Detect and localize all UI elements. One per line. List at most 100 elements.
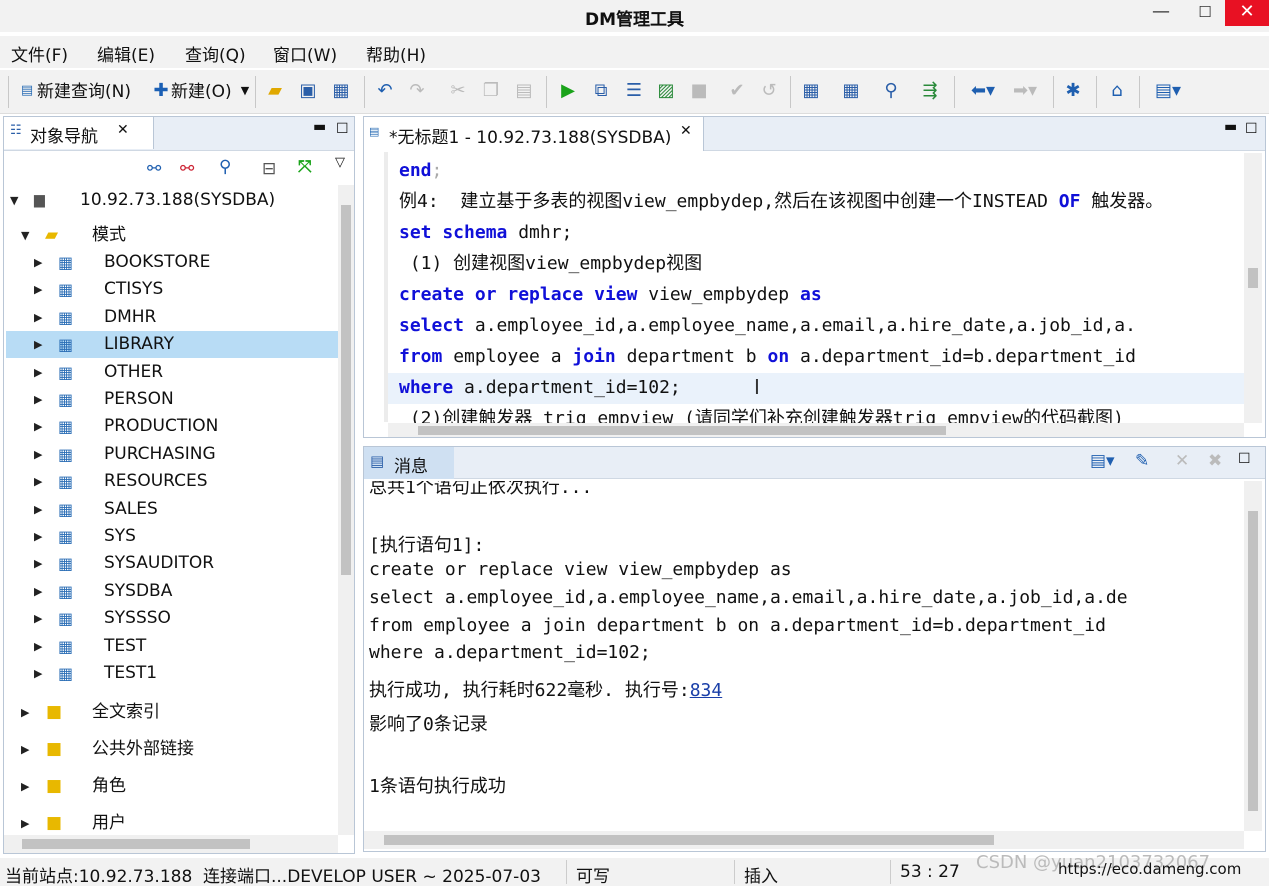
tree-node-folder[interactable]: ▶ ■ 全文索引 [6,699,338,726]
nav-horizontal-scrollbar[interactable] [4,835,338,853]
back-icon[interactable]: ⬅▾ [965,80,1001,102]
remove-all-icon[interactable]: ✖ [1208,451,1222,471]
collapsed-arrow-icon[interactable]: ▶ [21,773,29,800]
close-button[interactable]: ✕ [1225,0,1269,26]
layout-icon[interactable]: ▤▾ [1150,80,1186,102]
menu-query[interactable]: 查询(Q) [185,41,246,66]
collapsed-arrow-icon[interactable]: ▶ [34,359,42,386]
run-icon[interactable]: ▶ [557,80,579,102]
run-selection-icon[interactable]: ⧉ [590,80,612,102]
collapsed-arrow-icon[interactable]: ▶ [34,441,42,468]
paste-icon[interactable]: ▤ [513,80,535,102]
search-icon[interactable]: ⚲ [219,157,231,177]
collapsed-arrow-icon[interactable]: ▶ [34,578,42,605]
collapsed-arrow-icon[interactable]: ▶ [34,386,42,413]
new-query-button[interactable]: 新建查询(N) [37,79,131,105]
connect-icon[interactable]: ⚯ [147,159,161,179]
output-options-icon[interactable]: ▤▾ [1090,451,1115,471]
tree-node-folder[interactable]: ▶ ■ 公共外部链接 [6,736,338,763]
scroll-thumb[interactable] [22,839,250,849]
tree-node-schema[interactable]: ▶ ▦ PRODUCTION [6,413,338,440]
tree-node-schema[interactable]: ▶ ▦ SYSAUDITOR [6,550,338,577]
tree-node-schema[interactable]: ▶ ▦ DMHR [6,304,338,331]
dropdown-arrow-icon[interactable]: ▼ [234,80,256,102]
collapsed-arrow-icon[interactable]: ▶ [34,276,42,303]
expand-arrow-icon[interactable]: ▼ [10,187,18,214]
tree-node-schema[interactable]: ▶ ▦ BOOKSTORE [6,249,338,276]
scroll-thumb[interactable] [1248,511,1258,811]
forward-icon[interactable]: ➡▾ [1007,80,1043,102]
collapsed-arrow-icon[interactable]: ▶ [34,468,42,495]
collapsed-arrow-icon[interactable]: ▶ [34,550,42,577]
message-horizontal-scrollbar[interactable] [364,831,1244,849]
collapsed-arrow-icon[interactable]: ▶ [34,660,42,687]
rollback-icon[interactable]: ↺ [758,80,780,102]
close-tab-icon[interactable]: ✕ [117,122,129,138]
tab-object-navigator[interactable]: ☷ 对象导航 ✕ [4,117,154,149]
collapsed-arrow-icon[interactable]: ▶ [34,331,42,358]
stop-icon[interactable]: ■ [688,80,710,102]
debug-step-icon[interactable]: ⇶ [919,80,941,102]
cut-icon[interactable]: ✂ [447,80,469,102]
tree-node-schema[interactable]: ▶ ▦ SALES [6,496,338,523]
copy-icon[interactable]: ❐ [480,80,502,102]
editor-horizontal-scrollbar[interactable] [388,423,1244,437]
tab-messages[interactable]: ▤ 消息 [364,447,454,479]
tree-node-folder[interactable]: ▶ ■ 用户 [6,810,338,835]
collapsed-arrow-icon[interactable]: ▶ [21,810,29,835]
collapsed-arrow-icon[interactable]: ▶ [34,249,42,276]
redo-icon[interactable]: ↷ [406,80,428,102]
nav-vertical-scrollbar[interactable] [338,185,354,835]
disconnect-icon[interactable]: ⚯ [180,159,194,179]
maximize-button[interactable]: ☐ [1183,0,1227,26]
tab-editor[interactable]: ▤ *无标题1 - 10.92.73.188(SYSDBA) ✕ [364,117,704,151]
commit-icon[interactable]: ✔ [726,80,748,102]
code-area[interactable]: end; 例4: 建立基于多表的视图view_empbydep,然后在该视图中创… [364,153,1244,423]
tree-node-schema-folder[interactable]: ▼ ▰ 模式 [6,222,338,249]
collapsed-arrow-icon[interactable]: ▶ [21,699,29,726]
collapsed-arrow-icon[interactable]: ▶ [34,523,42,550]
bug-icon[interactable]: ✱ [1062,80,1084,102]
tree-node-server[interactable]: ▼ ▆ 10.92.73.188(SYSDBA) [6,187,338,214]
tree-node-schema[interactable]: ▶ ▦ SYS [6,523,338,550]
tree-node-schema[interactable]: ▶ ▦ SYSDBA [6,578,338,605]
tree-node-schema[interactable]: ▶ ▦ OTHER [6,359,338,386]
clear-icon[interactable]: ✎ [1135,451,1149,471]
tree-node-schema[interactable]: ▶ ▦ CTISYS [6,276,338,303]
exec-number-link[interactable]: 834 [690,680,723,701]
minimize-view-icon[interactable]: ▬ [313,119,326,135]
scroll-thumb[interactable] [341,205,351,575]
save-all-icon[interactable]: ▦ [330,80,352,102]
tree-node-schema[interactable]: ▶ ▦ TEST1 [6,660,338,687]
undo-icon[interactable]: ↶ [374,80,396,102]
menu-help[interactable]: 帮助(H) [366,41,426,66]
scroll-thumb[interactable] [1248,268,1258,288]
tree-node-schema[interactable]: ▶ ▦ TEST [6,633,338,660]
run-script-icon[interactable]: ▨ [655,80,677,102]
tree-node-schema[interactable]: ▶ ▦ RESOURCES [6,468,338,495]
maximize-view-icon[interactable]: ☐ [1245,121,1258,137]
schedule-icon[interactable]: ▦ [800,80,822,102]
collapsed-arrow-icon[interactable]: ▶ [34,413,42,440]
home-icon[interactable]: ⌂ [1106,80,1128,102]
scroll-thumb[interactable] [418,426,946,435]
remove-icon[interactable]: ✕ [1175,451,1189,471]
message-output[interactable]: 总共1个语句正依次执行... [执行语句1]: create or replac… [364,481,1244,831]
scroll-thumb[interactable] [384,835,994,845]
collapse-all-icon[interactable]: ⊟ [262,159,276,179]
collapsed-arrow-icon[interactable]: ▶ [34,605,42,632]
expand-icon[interactable]: ⤧ [298,157,312,177]
open-folder-icon[interactable]: ▰ [264,80,286,102]
menu-file[interactable]: 文件(F) [11,41,68,66]
minimize-button[interactable]: — [1139,0,1183,26]
find-icon[interactable]: ⚲ [880,80,902,102]
message-vertical-scrollbar[interactable] [1244,481,1262,831]
view-menu-icon[interactable]: ▽ [335,155,345,170]
tree-node-schema[interactable]: ▶ ▦ SYSSSO [6,605,338,632]
maximize-view-icon[interactable]: ☐ [336,121,349,137]
collapsed-arrow-icon[interactable]: ▶ [34,496,42,523]
close-tab-icon[interactable]: ✕ [680,123,692,139]
tree-node-schema[interactable]: ▶ ▦ PERSON [6,386,338,413]
maximize-view-icon[interactable]: ☐ [1238,451,1251,467]
menu-window[interactable]: 窗口(W) [273,41,337,66]
